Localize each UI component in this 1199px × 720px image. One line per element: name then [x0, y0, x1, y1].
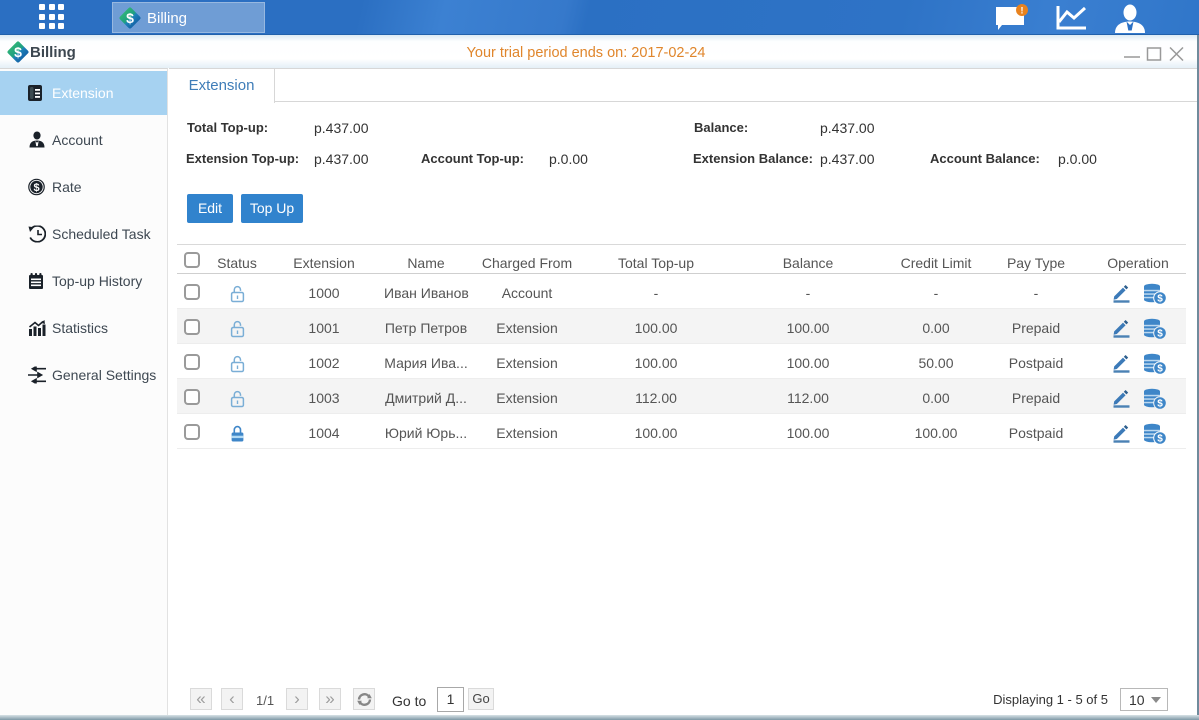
- svg-text:$: $: [33, 182, 39, 194]
- svg-text:$: $: [126, 10, 134, 26]
- svg-text:$: $: [1157, 329, 1163, 340]
- svg-text:$: $: [1157, 399, 1163, 410]
- svg-text:!: !: [1021, 6, 1024, 16]
- svg-text:$: $: [1157, 434, 1163, 445]
- svg-text:$: $: [1157, 364, 1163, 375]
- svg-text:$: $: [1157, 294, 1163, 305]
